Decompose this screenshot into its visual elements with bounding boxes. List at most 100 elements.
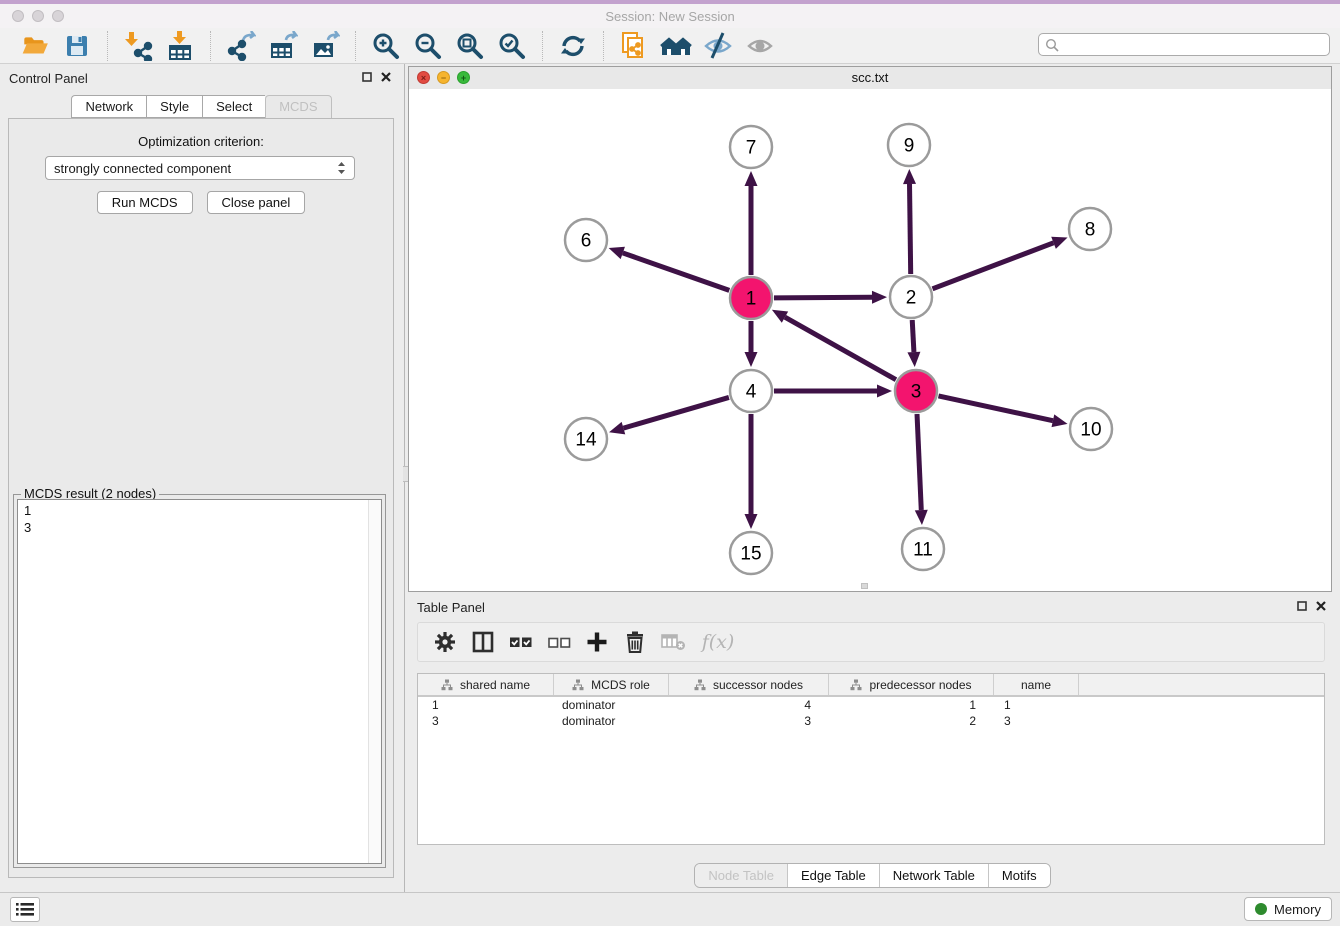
zoom-out-icon[interactable] bbox=[412, 30, 444, 62]
refresh-view-icon[interactable] bbox=[557, 30, 589, 62]
column-header-successor-nodes[interactable]: successor nodes bbox=[669, 674, 829, 695]
graph-edge-3-11[interactable] bbox=[917, 414, 921, 510]
column-header-name[interactable]: name bbox=[994, 674, 1079, 695]
column-header-label: MCDS role bbox=[591, 678, 650, 692]
canvas-resize-handle[interactable] bbox=[861, 583, 868, 589]
open-file-icon[interactable] bbox=[19, 30, 51, 62]
task-history-button[interactable] bbox=[10, 897, 40, 922]
close-panel-button[interactable]: Close panel bbox=[207, 191, 306, 214]
column-header-predecessor-nodes[interactable]: predecessor nodes bbox=[829, 674, 994, 695]
column-settings-gear-icon[interactable] bbox=[430, 627, 460, 657]
table-tab-node-table[interactable]: Node Table bbox=[695, 864, 788, 887]
column-hierarchy-icon bbox=[441, 679, 453, 691]
application-window: Session: New Session bbox=[0, 0, 1340, 926]
import-table-icon[interactable] bbox=[164, 30, 196, 62]
network-canvas[interactable]: 1234678910111415 bbox=[409, 89, 1331, 591]
graph-edge-1-6[interactable] bbox=[623, 253, 730, 290]
table-cell[interactable]: 1 bbox=[418, 698, 554, 712]
toolbar-separator bbox=[210, 31, 211, 61]
table-tab-edge-table[interactable]: Edge Table bbox=[788, 864, 880, 887]
os-titlebar: Session: New Session bbox=[0, 0, 1340, 28]
graph-edge-2-9[interactable] bbox=[910, 184, 911, 274]
show-all-icon[interactable] bbox=[744, 30, 776, 62]
table-cell[interactable]: 3 bbox=[418, 714, 554, 728]
window-title: Session: New Session bbox=[0, 9, 1340, 24]
function-builder-icon[interactable]: f(x) bbox=[696, 627, 740, 657]
edge-arrowhead bbox=[745, 514, 758, 529]
memory-button[interactable]: Memory bbox=[1244, 897, 1332, 921]
graph-edge-2-3[interactable] bbox=[912, 320, 914, 352]
import-network-icon[interactable] bbox=[122, 30, 154, 62]
optimization-criterion-label: Optimization criterion: bbox=[9, 134, 393, 149]
table-cell[interactable]: 1 bbox=[994, 698, 1079, 712]
zoom-selected-icon[interactable] bbox=[496, 30, 528, 62]
column-header-label: predecessor nodes bbox=[869, 678, 971, 692]
table-cell[interactable]: dominator bbox=[554, 714, 669, 728]
edge-arrowhead bbox=[903, 169, 916, 184]
control-panel: Control Panel NetworkStyleSelectMCDS Opt… bbox=[0, 64, 403, 893]
delete-table-icon[interactable] bbox=[658, 627, 688, 657]
export-table-icon[interactable] bbox=[267, 30, 299, 62]
control-panel-title: Control Panel bbox=[9, 71, 88, 86]
graph-edge-3-10[interactable] bbox=[938, 396, 1052, 421]
export-network-icon[interactable] bbox=[225, 30, 257, 62]
table-cell[interactable]: 2 bbox=[829, 714, 994, 728]
node-table-body: 1dominator4113dominator323 bbox=[418, 697, 1324, 729]
table-row[interactable]: 1dominator411 bbox=[418, 697, 1324, 713]
mcds-result-textarea[interactable]: 1 3 bbox=[17, 499, 382, 864]
float-panel-icon[interactable] bbox=[362, 72, 372, 82]
hide-selected-icon[interactable] bbox=[702, 30, 734, 62]
column-header-label: successor nodes bbox=[713, 678, 803, 692]
table-row[interactable]: 3dominator323 bbox=[418, 713, 1324, 729]
control-panel-header: Control Panel bbox=[0, 68, 403, 90]
table-panel: Table Panel bbox=[405, 595, 1340, 893]
network-window-titlebar[interactable]: × − + scc.txt bbox=[409, 67, 1331, 90]
graph-edge-3-1[interactable] bbox=[785, 317, 896, 380]
column-hierarchy-icon bbox=[850, 679, 862, 691]
control-tab-mcds[interactable]: MCDS bbox=[265, 95, 331, 118]
network-graph[interactable]: 1234678910111415 bbox=[409, 89, 1331, 591]
search-field-container bbox=[1038, 33, 1330, 56]
control-tab-select[interactable]: Select bbox=[202, 95, 265, 118]
control-tab-style[interactable]: Style bbox=[146, 95, 202, 118]
run-mcds-button[interactable]: Run MCDS bbox=[97, 191, 193, 214]
export-image-icon[interactable] bbox=[309, 30, 341, 62]
graph-node-label: 1 bbox=[746, 289, 757, 310]
toolbar-separator bbox=[107, 31, 108, 61]
result-scrollbar[interactable] bbox=[368, 500, 381, 863]
optimization-criterion-select[interactable]: strongly connected component bbox=[45, 156, 355, 180]
column-hierarchy-icon bbox=[572, 679, 584, 691]
column-hierarchy-icon bbox=[694, 679, 706, 691]
add-row-icon[interactable] bbox=[582, 627, 612, 657]
select-all-checkboxes-icon[interactable] bbox=[506, 627, 536, 657]
table-cell[interactable]: 4 bbox=[669, 698, 829, 712]
table-cell[interactable]: 3 bbox=[669, 714, 829, 728]
column-header-shared-name[interactable]: shared name bbox=[418, 674, 554, 695]
float-panel-icon[interactable] bbox=[1297, 601, 1307, 611]
mcds-result-group: MCDS result (2 nodes) 1 3 bbox=[13, 494, 386, 868]
unselect-all-checkboxes-icon[interactable] bbox=[544, 627, 574, 657]
table-tab-network-table[interactable]: Network Table bbox=[880, 864, 989, 887]
zoom-fit-icon[interactable] bbox=[454, 30, 486, 62]
show-columns-icon[interactable] bbox=[468, 627, 498, 657]
table-tab-motifs[interactable]: Motifs bbox=[989, 864, 1050, 887]
close-panel-icon[interactable] bbox=[1316, 601, 1326, 611]
save-session-icon[interactable] bbox=[61, 30, 93, 62]
column-header-MCDS-role[interactable]: MCDS role bbox=[554, 674, 669, 695]
graph-edge-2-8[interactable] bbox=[933, 243, 1054, 289]
delete-row-icon[interactable] bbox=[620, 627, 650, 657]
graph-node-label: 3 bbox=[911, 382, 922, 403]
zoom-in-icon[interactable] bbox=[370, 30, 402, 62]
new-network-from-selection-icon[interactable] bbox=[618, 30, 650, 62]
search-input[interactable] bbox=[1063, 36, 1329, 53]
control-tab-network[interactable]: Network bbox=[71, 95, 146, 118]
memory-label: Memory bbox=[1274, 902, 1321, 917]
table-cell[interactable]: 3 bbox=[994, 714, 1079, 728]
graph-edge-4-14[interactable] bbox=[623, 397, 728, 428]
first-neighbors-icon[interactable] bbox=[660, 30, 692, 62]
edge-arrowhead bbox=[872, 291, 887, 304]
graph-edge-1-2[interactable] bbox=[774, 297, 872, 298]
table-cell[interactable]: dominator bbox=[554, 698, 669, 712]
close-panel-icon[interactable] bbox=[381, 72, 391, 82]
table-cell[interactable]: 1 bbox=[829, 698, 994, 712]
